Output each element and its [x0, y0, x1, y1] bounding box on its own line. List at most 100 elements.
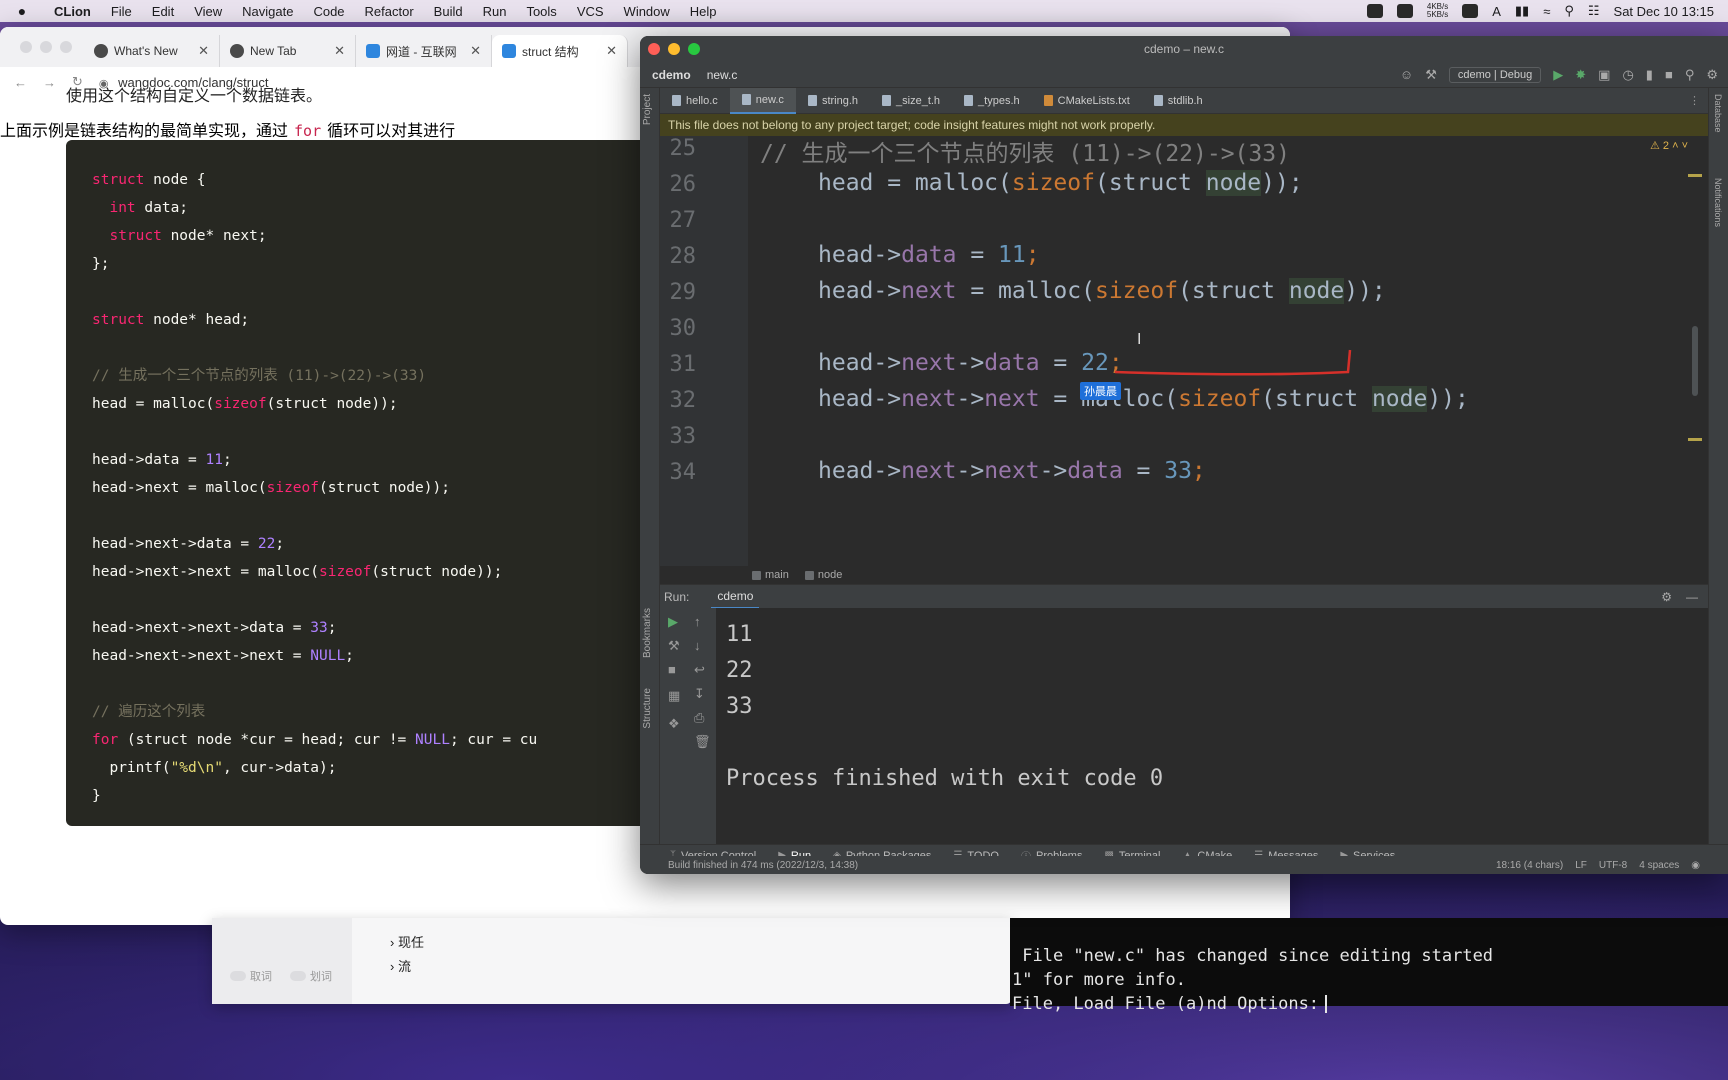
database-tool-button[interactable]: Database	[1713, 94, 1723, 133]
close-tab-icon[interactable]: ✕	[470, 43, 481, 59]
selection-toggle[interactable]: 划词	[290, 968, 332, 984]
battery-icon[interactable]: ▮▮	[1515, 3, 1529, 19]
bookmarks-tool-button[interactable]: Bookmarks	[642, 608, 653, 658]
network-speed: 4KB/s 5KB/s	[1426, 2, 1449, 19]
menu-tools[interactable]: Tools	[516, 4, 566, 19]
minimize-window-icon[interactable]	[40, 41, 52, 53]
caret-position[interactable]: 18:16 (4 chars)	[1496, 860, 1563, 871]
breadcrumb-main[interactable]: main	[752, 569, 789, 581]
stop-icon[interactable]: ■	[668, 662, 676, 677]
editor-tab[interactable]: CMakeLists.txt	[1032, 88, 1142, 114]
trash-icon[interactable]: 🗑	[694, 734, 711, 750]
editor-tab[interactable]: stdlib.h	[1142, 88, 1215, 114]
file-encoding[interactable]: UTF-8	[1599, 860, 1627, 871]
soft-wrap-icon[interactable]: ↩	[694, 662, 705, 678]
left-tool-strip: Project Bookmarks Structure	[640, 88, 660, 848]
close-tab-icon[interactable]: ✕	[198, 43, 209, 59]
apple-icon[interactable]: ●	[0, 3, 44, 19]
scroll-to-end-icon[interactable]: ↧	[694, 686, 705, 702]
status-app-icon[interactable]	[1396, 4, 1413, 18]
menu-help[interactable]: Help	[680, 4, 727, 19]
profile-icon[interactable]: ◷	[1622, 67, 1633, 83]
menu-app-name[interactable]: CLion	[44, 4, 101, 19]
datetime[interactable]: Sat Dec 10 13:15	[1614, 4, 1714, 19]
build-status[interactable]: Build finished in 474 ms (2022/12/3, 14:…	[668, 860, 858, 871]
debug-icon[interactable]: ✸	[1575, 67, 1586, 83]
browser-tab-active[interactable]: struct 结构 ✕	[492, 35, 628, 67]
breadcrumb-node[interactable]: node	[804, 569, 842, 581]
notifications-tool-button[interactable]: Notifications	[1713, 178, 1723, 227]
more-tabs-icon[interactable]: ⋮	[1689, 94, 1708, 107]
menu-view[interactable]: View	[184, 4, 232, 19]
site-favicon-icon	[366, 44, 380, 58]
menu-file[interactable]: File	[101, 4, 142, 19]
input-method-icon[interactable]: A	[1492, 4, 1501, 19]
terminal-prompt[interactable]: File, Load File (a)nd Options:	[1012, 992, 1728, 1016]
hide-panel-icon[interactable]: —	[1686, 590, 1698, 604]
wrench-icon[interactable]: ⚒	[668, 638, 680, 654]
line-separator[interactable]: LF	[1575, 860, 1587, 871]
close-tab-icon[interactable]: ✕	[334, 43, 345, 59]
editor-scrollbar[interactable]	[1692, 326, 1698, 396]
scroll-up-icon[interactable]: ↑	[694, 614, 701, 629]
wifi-icon[interactable]: ≈	[1543, 4, 1550, 19]
project-tool-button[interactable]: Project	[642, 94, 653, 125]
pin-icon[interactable]: ❖	[668, 716, 680, 732]
terminal-window[interactable]: File "new.c" has changed since editing s…	[1010, 918, 1728, 1014]
close-tab-icon[interactable]: ✕	[606, 43, 617, 59]
lookup-toggle[interactable]: 取词	[230, 968, 272, 984]
search-icon[interactable]: ⚲	[1685, 67, 1695, 83]
breadcrumb-file[interactable]: new.c	[707, 68, 738, 82]
structure-tool-button[interactable]: Structure	[642, 688, 653, 729]
menu-refactor[interactable]: Refactor	[355, 4, 424, 19]
run-label: Run:	[664, 589, 690, 604]
browser-tab[interactable]: 网道 - 互联网 ✕	[356, 35, 492, 67]
spotlight-icon[interactable]: ⚲	[1564, 3, 1574, 19]
warning-indicator[interactable]: ⚠ 2 ˄ ˅	[1650, 139, 1688, 152]
attach-icon[interactable]: ▮	[1646, 67, 1653, 83]
status-app-icon[interactable]	[1462, 4, 1479, 18]
control-center-icon[interactable]: ☷	[1588, 3, 1600, 19]
terminal-line: 1" for more info.	[1012, 970, 1186, 990]
settings-gear-icon[interactable]: ⚙	[1661, 590, 1672, 604]
menu-run[interactable]: Run	[473, 4, 517, 19]
run-output-panel[interactable]: ▶ ↑ ⚒ ↓ ■ ↩ ▦ ↧ ⎙ ❖ 🗑 11 22 33 Process f…	[660, 608, 1708, 844]
stop-icon[interactable]: ■	[1665, 67, 1673, 82]
user-icon[interactable]: ☺	[1400, 67, 1413, 82]
editor-tab[interactable]: hello.c	[660, 88, 730, 114]
line-number: 30	[669, 316, 697, 341]
editor-tab-active[interactable]: new.c	[729, 87, 796, 114]
browser-tab[interactable]: New Tab ✕	[220, 35, 356, 67]
print-icon[interactable]: ⎙	[694, 710, 704, 726]
menu-navigate[interactable]: Navigate	[232, 4, 303, 19]
lock-icon[interactable]: ◉	[1691, 860, 1700, 871]
editor-tab[interactable]: _size_t.h	[870, 88, 952, 114]
menu-code[interactable]: Code	[303, 4, 354, 19]
editor-tab[interactable]: _types.h	[952, 88, 1032, 114]
editor-tab[interactable]: string.h	[796, 88, 870, 114]
indent-setting[interactable]: 4 spaces	[1639, 860, 1679, 871]
breadcrumb-project[interactable]: cdemo	[652, 68, 691, 82]
menu-edit[interactable]: Edit	[142, 4, 184, 19]
coverage-icon[interactable]: ▣	[1598, 67, 1610, 83]
h-file-icon	[807, 95, 817, 106]
menu-build[interactable]: Build	[424, 4, 473, 19]
menu-vcs[interactable]: VCS	[567, 4, 614, 19]
run-tab[interactable]: cdemo	[711, 585, 760, 609]
run-icon[interactable]: ▶	[1553, 67, 1563, 83]
layout-icon[interactable]: ▦	[668, 688, 680, 704]
zoom-window-icon[interactable]	[60, 41, 72, 53]
menu-window[interactable]: Window	[614, 4, 680, 19]
build-hammer-icon[interactable]: ⚒	[1425, 67, 1437, 83]
rerun-icon[interactable]: ▶	[668, 614, 678, 630]
run-config-select[interactable]: cdemo | Debug	[1448, 66, 1542, 83]
close-window-icon[interactable]	[20, 41, 32, 53]
settings-gear-icon[interactable]: ⚙	[1706, 67, 1718, 83]
code-editor[interactable]: 25 26 27 28 29 30 31 32 33 34 // 生成一个三个节…	[660, 136, 1708, 566]
dictionary-item[interactable]: › 流	[390, 956, 411, 975]
status-app-icon[interactable]	[1366, 4, 1383, 18]
scroll-down-icon[interactable]: ↓	[694, 638, 701, 653]
dictionary-item[interactable]: › 现任	[390, 932, 424, 951]
browser-tab[interactable]: What's New ✕	[84, 35, 220, 67]
